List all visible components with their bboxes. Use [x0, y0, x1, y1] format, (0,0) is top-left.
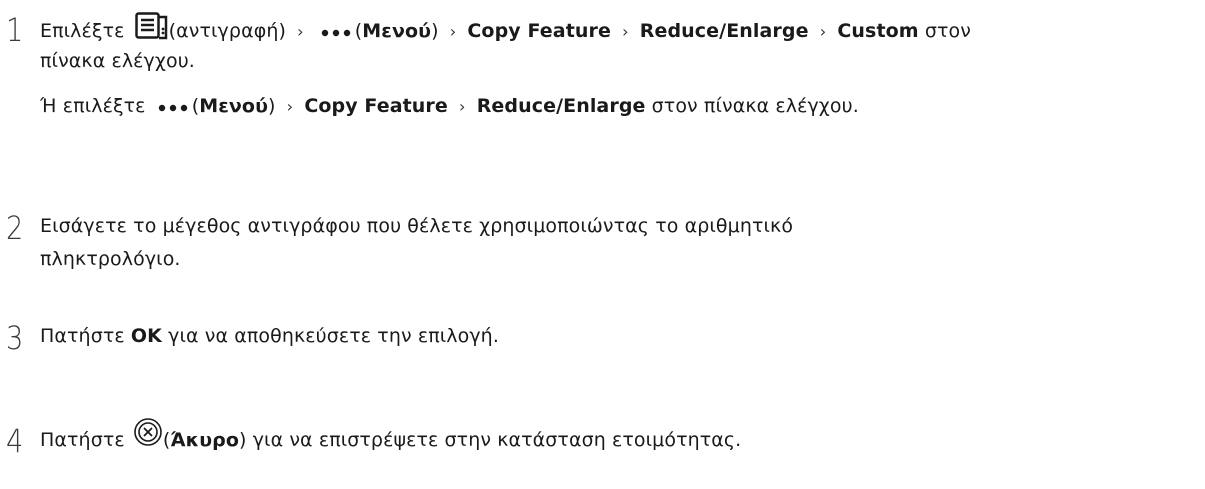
copy-feature-label: Copy Feature: [304, 95, 448, 117]
step-number: 4: [6, 422, 24, 460]
step-2: 2 Εισάγετε το μέγεθος αντιγράφου που θέλ…: [0, 210, 1205, 280]
menu-label: Μενού: [199, 95, 269, 117]
instruction-text: στον πίνακα ελέγχου.: [651, 95, 859, 117]
instruction-text: στον: [924, 20, 971, 42]
instruction-text: Επιλέξτε: [40, 20, 125, 42]
chevron-right-icon: ›: [449, 22, 457, 41]
copy-label: (αντιγραφή): [168, 20, 286, 42]
chevron-right-icon: ›: [459, 97, 466, 116]
step-number: 2: [6, 209, 24, 247]
instruction-text: για να αποθηκεύσετε την επιλογή.: [168, 325, 499, 347]
chevron-right-icon: ›: [286, 97, 294, 116]
ok-label: OK: [130, 325, 162, 347]
instruction-text: Πατήστε: [40, 325, 125, 347]
custom-label: Custom: [837, 20, 919, 42]
chevron-right-icon: ›: [622, 22, 629, 41]
paren-close: ): [431, 20, 439, 42]
step-number: 1: [6, 11, 24, 49]
paren-close: ): [239, 429, 247, 451]
cancel-label: Άκυρο: [170, 429, 240, 451]
instruction-text: Ή επιλέξτε: [40, 95, 146, 117]
step-1: 1 Επιλέξτε (αντιγραφή) › (Μενού) › Copy …: [0, 12, 1205, 132]
copy-feature-label: Copy Feature: [467, 20, 611, 42]
step-3-line-1: Πατήστε OK για να αποθηκεύσετε την επιλο…: [40, 320, 1190, 353]
menu-label: Μενού: [362, 20, 432, 42]
step-4: 4 Πατήστε (Άκυρο) για να επιστρέψετε στη…: [0, 418, 1205, 463]
cancel-icon: [133, 417, 163, 458]
instruction-text: Πατήστε: [40, 429, 125, 451]
step-3: 3 Πατήστε OK για να αποθηκεύσετε την επι…: [0, 320, 1205, 356]
step-2-line-1: Εισάγετε το μέγεθος αντιγράφου που θέλετ…: [40, 215, 794, 237]
step-1-alternative: Ή επιλέξτε (Μενού) › Copy Feature › Redu…: [40, 90, 1190, 123]
step-2-line-2: πληκτρολόγιο.: [40, 248, 181, 270]
instruction-text: για να επιστρέψετε στην κατάσταση ετοιμό…: [252, 429, 742, 451]
reduce-enlarge-label: Reduce/Enlarge: [476, 95, 646, 117]
chevron-right-icon: ›: [297, 22, 304, 41]
step-4-line-1: Πατήστε (Άκυρο) για να επιστρέψετε στην …: [40, 418, 1190, 458]
more-dots-icon: [321, 15, 351, 48]
paren-close: ): [268, 95, 276, 117]
reduce-enlarge-label: Reduce/Enlarge: [639, 20, 809, 42]
step-number: 3: [6, 319, 24, 357]
step-1-line-2: πίνακα ελέγχου.: [40, 50, 195, 72]
chevron-right-icon: ›: [819, 22, 827, 41]
more-dots-icon: [158, 90, 188, 123]
